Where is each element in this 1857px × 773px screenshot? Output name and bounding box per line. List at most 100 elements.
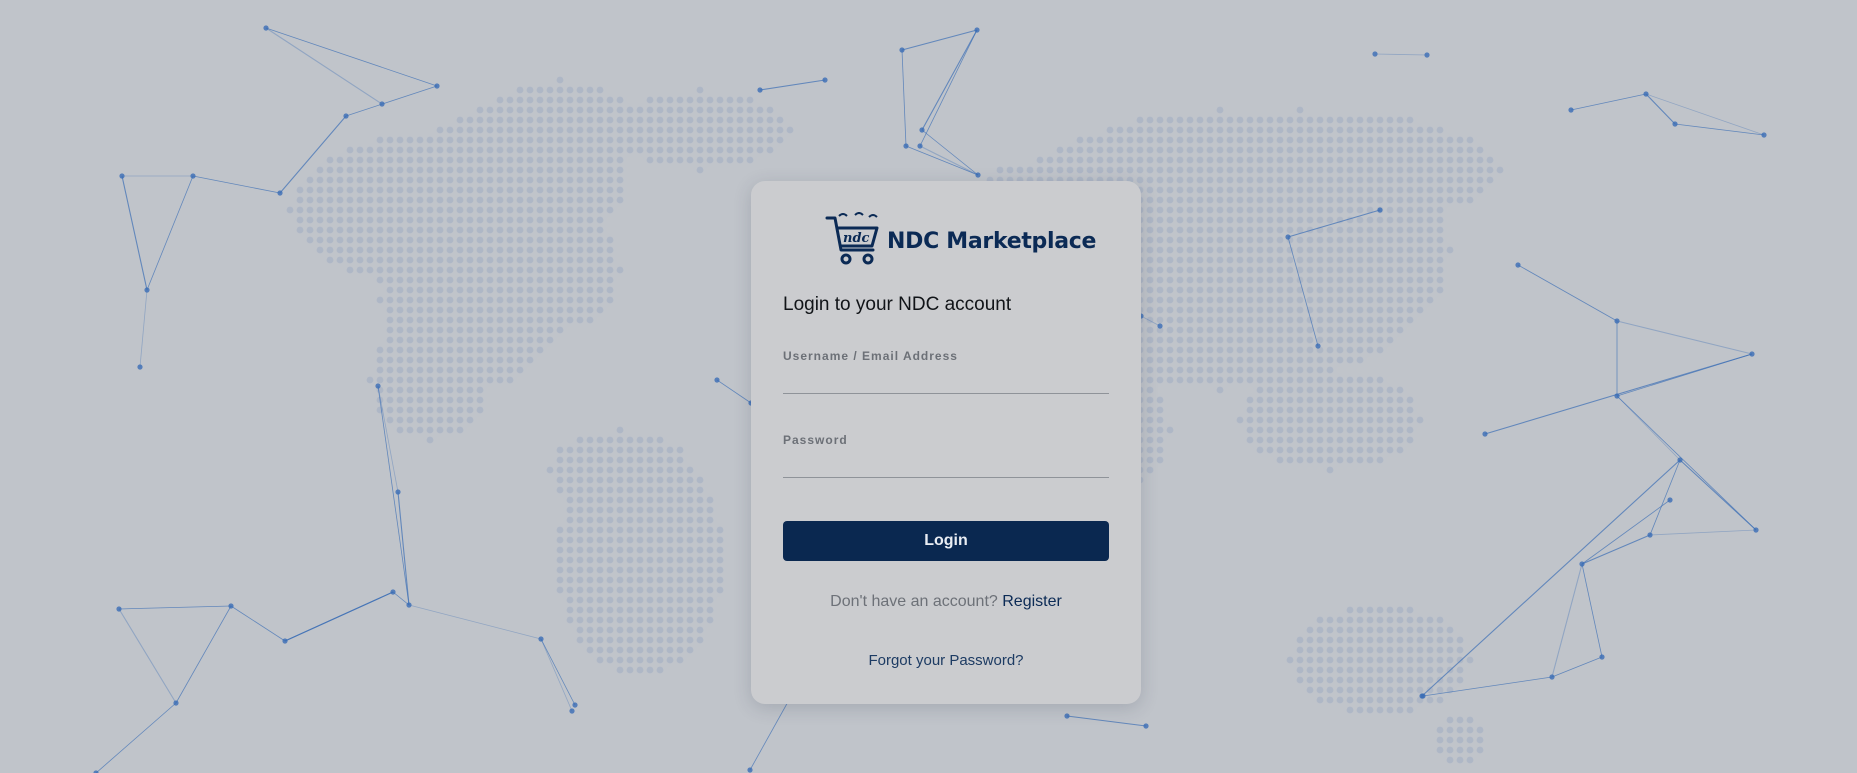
map-dot: [1326, 176, 1334, 184]
map-dot: [1236, 126, 1244, 134]
map-dot: [1246, 336, 1254, 344]
map-dot: [1296, 306, 1304, 314]
map-dot: [636, 526, 644, 534]
map-dot: [686, 466, 694, 474]
map-dot: [596, 656, 604, 664]
map-dot: [1336, 666, 1344, 674]
map-dot: [496, 336, 504, 344]
map-dot: [596, 236, 604, 244]
map-dot: [1156, 206, 1164, 214]
map-dot: [1256, 356, 1264, 364]
map-dot: [1446, 176, 1454, 184]
brand-logo[interactable]: ndc NDC Marketplace: [825, 212, 1096, 270]
map-dot: [1356, 436, 1364, 444]
map-dot: [566, 466, 574, 474]
map-dot: [576, 186, 584, 194]
map-dot: [1206, 356, 1214, 364]
map-dot: [536, 126, 544, 134]
map-dot: [456, 366, 464, 374]
map-dot: [576, 556, 584, 564]
network-node: [899, 47, 905, 53]
map-dot: [1256, 166, 1264, 174]
map-dot: [1216, 386, 1224, 394]
network-node: [119, 173, 125, 179]
map-dot: [456, 256, 464, 264]
map-dot: [456, 356, 464, 364]
map-dot: [1196, 296, 1204, 304]
map-dot: [1346, 626, 1354, 634]
map-dot: [606, 546, 614, 554]
map-dot: [1396, 236, 1404, 244]
map-dot: [1226, 186, 1234, 194]
map-dot: [546, 306, 554, 314]
map-dot: [1366, 426, 1374, 434]
map-dot: [656, 126, 664, 134]
map-dot: [1186, 126, 1194, 134]
network-line: [392, 591, 410, 606]
map-dot: [1256, 396, 1264, 404]
map-dot: [1466, 726, 1474, 734]
network-line: [1649, 459, 1681, 536]
map-dot: [1216, 106, 1224, 114]
map-dot: [656, 496, 664, 504]
map-dot: [476, 226, 484, 234]
map-dot: [1186, 216, 1194, 224]
map-dot: [436, 246, 444, 254]
register-link[interactable]: Register: [1002, 593, 1062, 610]
map-dot: [636, 506, 644, 514]
map-dot: [1426, 146, 1434, 154]
map-dot: [1346, 196, 1354, 204]
map-dot: [1136, 116, 1144, 124]
map-dot: [606, 466, 614, 474]
login-button[interactable]: Login: [783, 521, 1109, 561]
map-dot: [426, 366, 434, 374]
map-dot: [1146, 346, 1154, 354]
map-dot: [586, 606, 594, 614]
map-dot: [1436, 256, 1444, 264]
map-dot: [1376, 456, 1384, 464]
map-dot: [1356, 176, 1364, 184]
map-dot: [1226, 266, 1234, 274]
map-dot: [646, 536, 654, 544]
map-dot: [1136, 166, 1144, 174]
map-dot: [706, 526, 714, 534]
map-dot: [646, 526, 654, 534]
map-dot: [406, 216, 414, 224]
network-node: [538, 636, 544, 642]
map-dot: [1346, 226, 1354, 234]
map-dot: [576, 316, 584, 324]
map-dot: [626, 526, 634, 534]
map-dot: [496, 116, 504, 124]
map-dot: [646, 156, 654, 164]
map-dot: [656, 556, 664, 564]
forgot-password-link[interactable]: Forgot your Password?: [868, 652, 1023, 669]
map-dot: [426, 406, 434, 414]
network-node: [379, 101, 385, 107]
map-dot: [766, 126, 774, 134]
network-node: [375, 383, 381, 389]
map-dot: [526, 206, 534, 214]
map-dot: [1396, 126, 1404, 134]
map-dot: [386, 176, 394, 184]
map-dot: [1296, 356, 1304, 364]
map-dot: [606, 506, 614, 514]
map-dot: [396, 306, 404, 314]
map-dot: [416, 206, 424, 214]
map-dot: [1356, 136, 1364, 144]
map-dot: [1326, 296, 1334, 304]
map-dot: [1166, 196, 1174, 204]
map-dot: [1196, 166, 1204, 174]
map-dot: [696, 596, 704, 604]
map-dot: [616, 646, 624, 654]
map-dot: [1416, 636, 1424, 644]
map-dot: [626, 626, 634, 634]
username-input[interactable]: [783, 364, 1109, 394]
map-dot: [676, 606, 684, 614]
map-dot: [406, 256, 414, 264]
map-dot: [1296, 426, 1304, 434]
map-dot: [1356, 656, 1364, 664]
map-dot: [566, 276, 574, 284]
map-dot: [526, 316, 534, 324]
password-input[interactable]: [783, 448, 1109, 478]
map-dot: [346, 236, 354, 244]
